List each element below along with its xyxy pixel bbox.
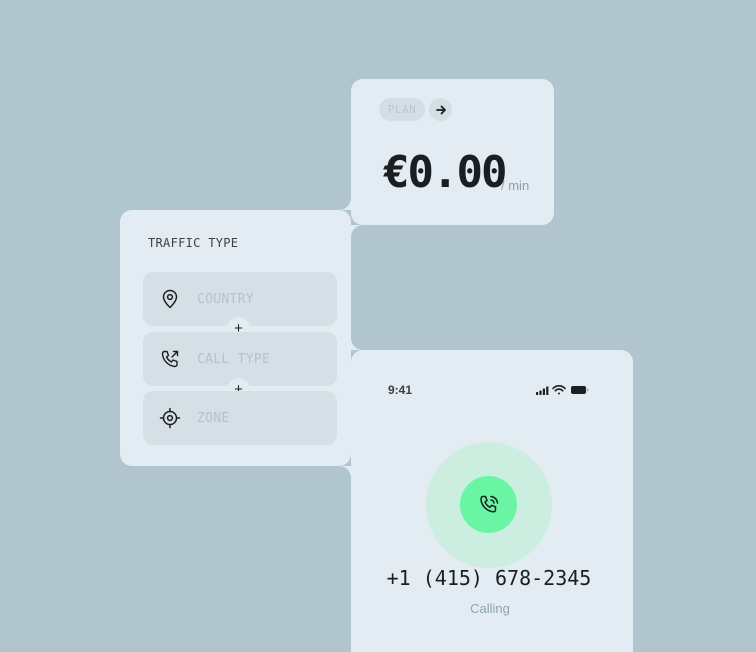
crosshair-icon [159, 407, 181, 429]
plan-arrow-button[interactable] [429, 98, 452, 121]
plan-badge[interactable]: PLAN [379, 98, 425, 121]
country-placeholder: COUNTRY [197, 292, 254, 307]
call-type-placeholder: CALL TYPE [197, 352, 271, 367]
plan-card: PLAN €0.00 / min [351, 79, 554, 225]
corner-fillet [351, 225, 363, 237]
traffic-type-card: TRAFFIC TYPE COUNTRY + CALL TYPE + ZONE [120, 210, 351, 466]
zone-field[interactable]: ZONE [143, 391, 337, 445]
phone-calling-icon [479, 495, 498, 513]
price-value: €0.00 [383, 147, 507, 198]
traffic-type-title: TRAFFIC TYPE [148, 236, 239, 250]
arrow-right-icon [435, 105, 446, 114]
corner-fillet [339, 198, 351, 210]
status-icons [536, 384, 589, 395]
battery-icon [571, 386, 589, 394]
corner-fillet [339, 466, 351, 478]
signal-icon [536, 386, 549, 395]
phone-outgoing-icon [161, 350, 179, 368]
map-pin-icon [162, 289, 178, 309]
status-bar-time: 9:41 [388, 383, 413, 397]
zone-placeholder: ZONE [197, 411, 230, 426]
call-button[interactable] [460, 476, 517, 533]
phone-call-card: 9:41 +1 (415) 678-2345 Calling [351, 350, 633, 652]
call-status: Calling [470, 601, 510, 616]
wifi-icon [552, 384, 566, 395]
phone-number: +1 (415) 678-2345 [386, 566, 592, 590]
price-unit: / min [501, 178, 530, 193]
corner-fillet [351, 338, 363, 350]
